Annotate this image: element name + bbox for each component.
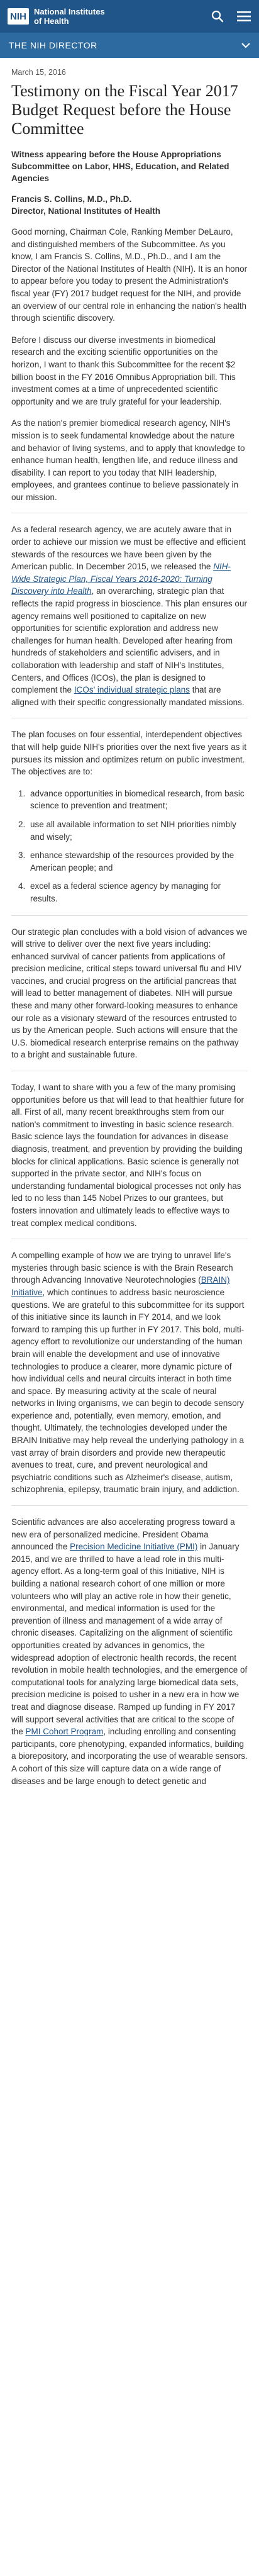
pmi-cohort-link[interactable]: PMI Cohort Program: [26, 1727, 104, 1736]
header-actions: [210, 9, 251, 24]
search-icon[interactable]: [210, 9, 225, 24]
divider: [11, 915, 248, 916]
list-item: use all available information to set NIH…: [28, 818, 248, 843]
paragraph-4: As a federal research agency, we are acu…: [11, 523, 248, 708]
paragraph-8: A compelling example of how we are tryin…: [11, 1249, 248, 1496]
paragraph-5: The plan focuses on four essential, inte…: [11, 730, 246, 777]
paragraph-8-text-b: , which continues to address basic neuro…: [11, 1287, 245, 1495]
paragraph-8-text-a: A compelling example of how we are tryin…: [11, 1251, 233, 1285]
list-item: excel as a federal science agency by man…: [28, 880, 248, 905]
paragraph-4-text-b: , an overarching, strategic plan that re…: [11, 586, 247, 695]
objectives-list: advance opportunities in biomedical rese…: [28, 788, 248, 905]
speaker-block: Francis S. Collins, M.D., Ph.D. Director…: [11, 193, 248, 217]
nih-logo-text: National Institutes of Health: [34, 7, 105, 26]
list-item: enhance stewardship of the resources pro…: [28, 849, 248, 874]
hamburger-menu-icon[interactable]: [236, 9, 251, 24]
paragraph-4-text-a: As a federal research agency, we are acu…: [11, 525, 246, 572]
section-nav-toggle[interactable]: THE NIH DIRECTOR: [0, 33, 259, 58]
page-title: Testimony on the Fiscal Year 2017 Budget…: [11, 82, 238, 138]
speaker-name: Francis S. Collins, M.D., Ph.D.: [11, 194, 132, 204]
nih-logo[interactable]: NIH National Institutes of Health: [8, 7, 210, 26]
list-item: advance opportunities in biomedical rese…: [28, 788, 248, 812]
precision-medicine-link[interactable]: Precision Medicine Initiative (PMI): [70, 1542, 197, 1551]
article-body: March 15, 2016 Testimony on the Fiscal Y…: [0, 58, 259, 1787]
paragraph-7: Today, I want to share with you a few of…: [11, 1083, 244, 1228]
section-title: THE NIH DIRECTOR: [9, 40, 97, 50]
site-header: NIH National Institutes of Health: [0, 0, 259, 33]
logo-line-2: of Health: [34, 16, 69, 26]
divider: [11, 1505, 248, 1507]
paragraph-1: Good morning, Chairman Cole, Ranking Mem…: [11, 227, 248, 323]
paragraph-9: Scientific advances are also acceleratin…: [11, 1516, 248, 1787]
nih-logo-mark: NIH: [8, 8, 29, 25]
speaker-title: Director, National Institutes of Health: [11, 206, 161, 216]
ico-strategic-plans-link[interactable]: ICOs' individual strategic plans: [74, 685, 190, 694]
article-subtitle: Witness appearing before the House Appro…: [11, 150, 229, 183]
paragraph-6: Our strategic plan concludes with a bold…: [11, 927, 248, 1060]
logo-line-1: National Institutes: [34, 7, 105, 16]
paragraph-2: Before I discuss our diverse investments…: [11, 335, 236, 406]
paragraph-9-text-b: in January 2015, and we are thrilled to …: [11, 1542, 248, 1737]
article-date: March 15, 2016: [11, 68, 66, 77]
chevron-down-icon: [241, 40, 250, 50]
paragraph-3: As the nation's premier biomedical resea…: [11, 418, 245, 502]
